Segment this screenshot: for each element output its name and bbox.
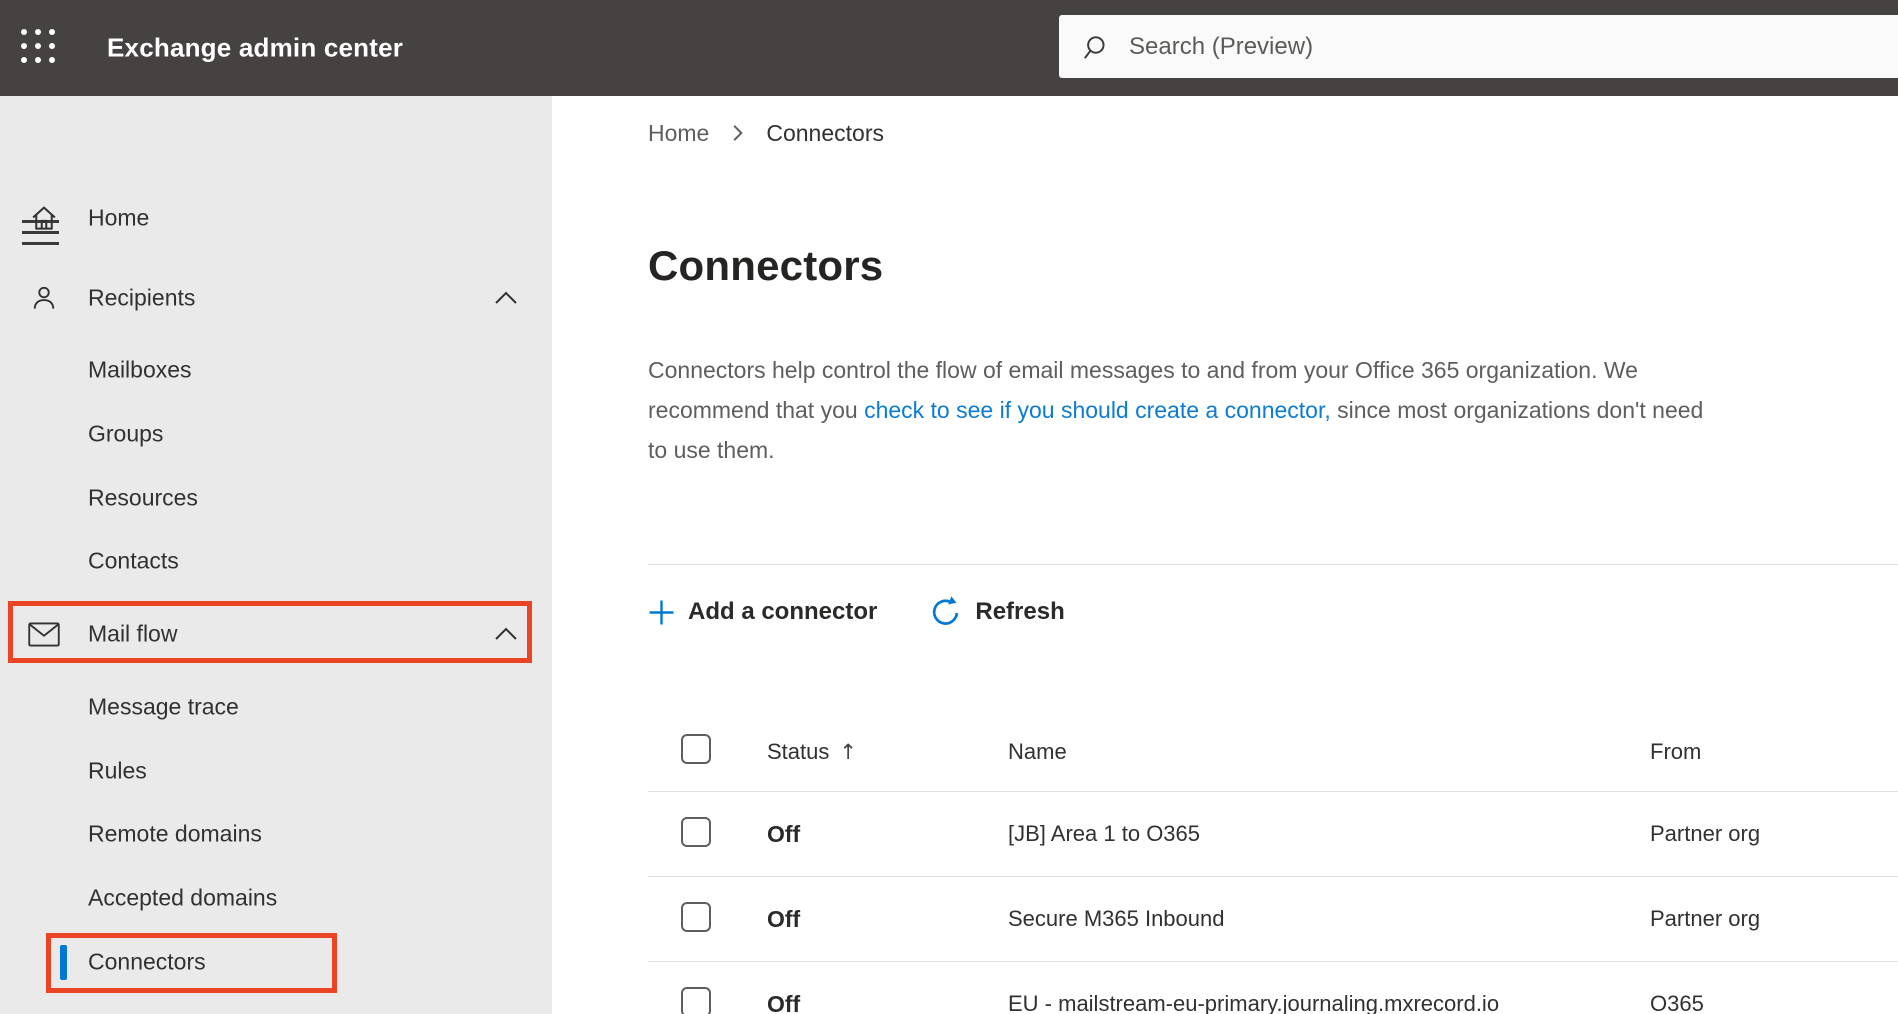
row-checkbox[interactable] (681, 986, 711, 1014)
column-header-name[interactable]: Name (1008, 739, 1650, 765)
annotation-box-connectors (46, 933, 337, 993)
create-connector-link[interactable]: check to see if you should create a conn… (864, 397, 1331, 423)
row-from: O365 (1650, 991, 1704, 1014)
table-row[interactable]: Off Secure M365 Inbound Partner org (648, 877, 1898, 962)
search-icon (1084, 35, 1105, 59)
table-row[interactable]: Off [JB] Area 1 to O365 Partner org (648, 792, 1898, 877)
table-row[interactable]: Off EU - mailstream-eu-primary.journalin… (648, 962, 1898, 1014)
row-name: Secure M365 Inbound (1008, 906, 1225, 931)
row-status: Off (767, 820, 801, 847)
annotation-box-mail-flow (8, 601, 532, 663)
row-status: Off (767, 905, 801, 932)
app-launcher-icon[interactable] (21, 29, 59, 67)
sidebar-item-rules[interactable]: Rules (0, 739, 552, 803)
row-status: Off (767, 990, 801, 1014)
sidebar-item-accepted-domains[interactable]: Accepted domains (0, 866, 552, 930)
sidebar-item-home[interactable]: Home (0, 186, 552, 250)
breadcrumb-current: Connectors (766, 119, 884, 146)
sidebar-item-contacts[interactable]: Contacts (0, 529, 552, 593)
plus-icon (649, 600, 674, 624)
sidebar-item-remote-domains[interactable]: Remote domains (0, 802, 552, 866)
topbar: Exchange admin center (0, 0, 1898, 96)
sidebar: Home Recipients Mailboxes Groups Resourc… (0, 96, 552, 1014)
row-name: EU - mailstream-eu-primary.journaling.mx… (1008, 991, 1500, 1014)
row-name: [JB] Area 1 to O365 (1008, 821, 1201, 846)
column-header-from[interactable]: From (1650, 739, 1898, 765)
row-from: Partner org (1650, 906, 1761, 931)
sidebar-item-recipients[interactable]: Recipients (0, 266, 552, 330)
global-search[interactable] (1059, 15, 1898, 78)
select-all-checkbox[interactable] (681, 734, 711, 764)
add-connector-button[interactable]: Add a connector (648, 598, 877, 626)
row-checkbox[interactable] (681, 901, 711, 932)
home-icon (26, 200, 62, 236)
sidebar-item-mailboxes[interactable]: Mailboxes (0, 338, 552, 402)
toolbar-divider (648, 564, 1898, 565)
page-title: Connectors (648, 242, 884, 289)
page-description: Connectors help control the flow of emai… (648, 350, 1706, 470)
toolbar: Add a connector Refresh (648, 586, 1065, 638)
search-input[interactable] (1129, 32, 1898, 61)
main-content: Home Connectors Connectors Connectors he… (552, 96, 1898, 1014)
row-from: Partner org (1650, 821, 1761, 846)
breadcrumb: Home Connectors (648, 118, 884, 148)
sidebar-item-resources[interactable]: Resources (0, 466, 552, 530)
sidebar-item-message-trace[interactable]: Message trace (0, 675, 552, 739)
app-title: Exchange admin center (107, 32, 404, 63)
person-icon (26, 280, 62, 316)
column-header-status[interactable]: Status ↑ (767, 739, 1008, 765)
refresh-icon (933, 595, 959, 625)
chevron-up-icon[interactable] (494, 290, 520, 306)
selected-indicator (60, 945, 67, 980)
refresh-button[interactable]: Refresh (929, 595, 1065, 629)
row-checkbox[interactable] (681, 816, 711, 847)
breadcrumb-home[interactable]: Home (648, 120, 709, 147)
sidebar-item-groups[interactable]: Groups (0, 402, 552, 466)
table-header: Status ↑ Name From (648, 712, 1898, 792)
sort-ascending-icon: ↑ (839, 739, 857, 764)
chevron-right-icon (733, 125, 744, 141)
